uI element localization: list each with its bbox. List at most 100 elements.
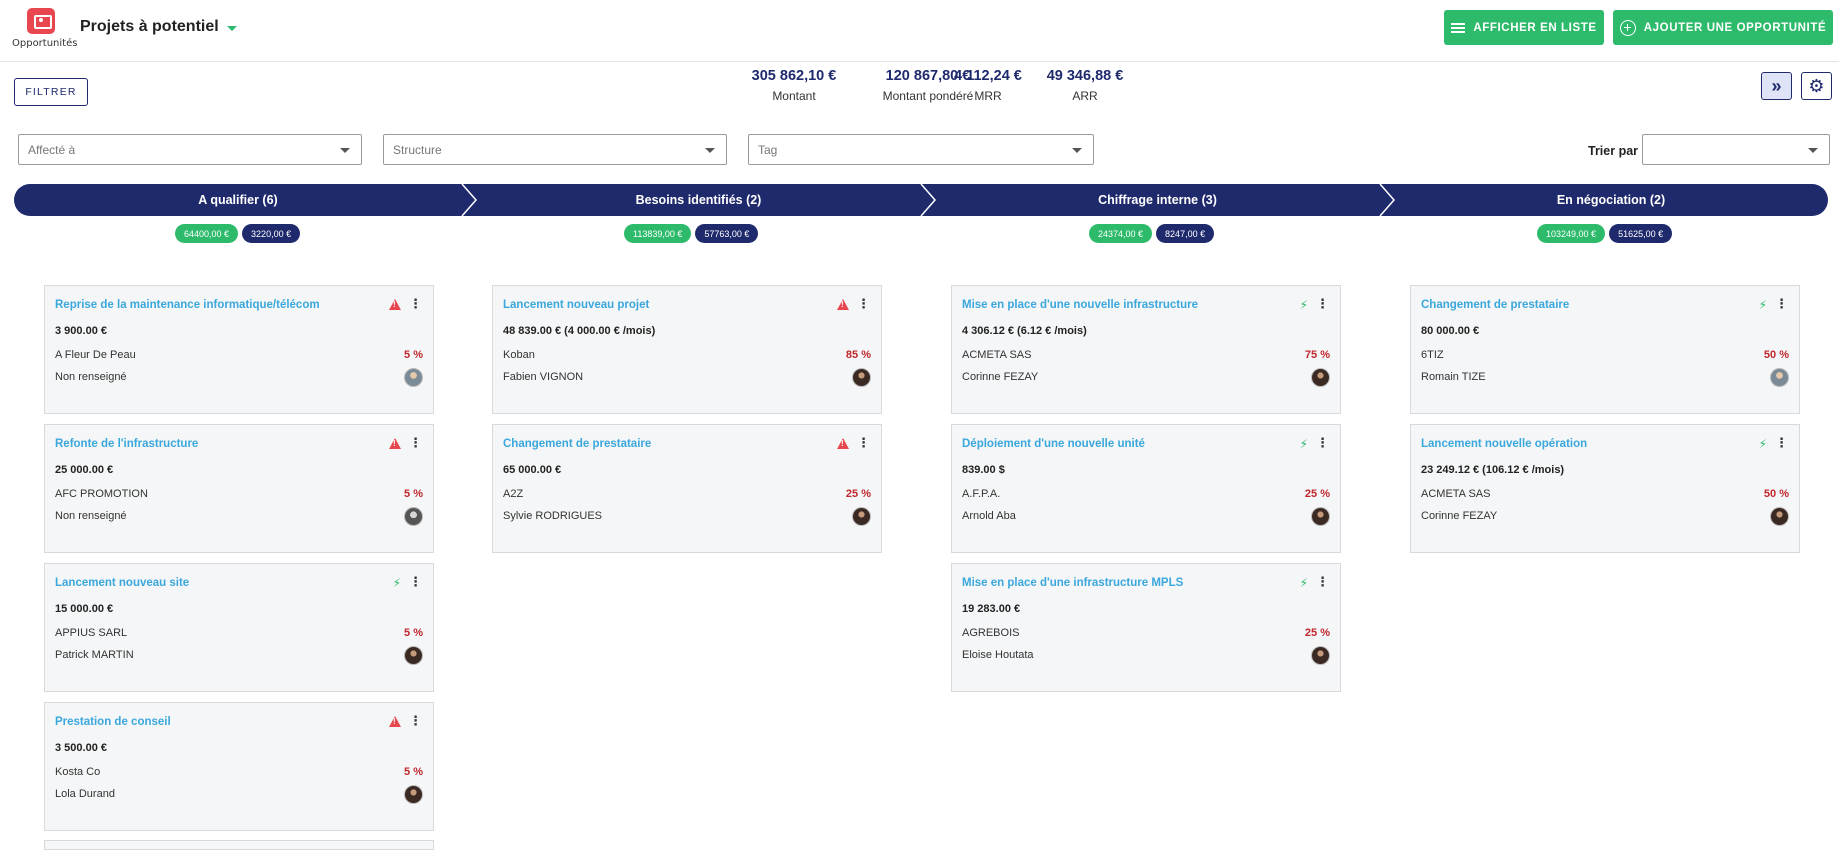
stage-title: Besoins identifiés (2) xyxy=(635,193,762,207)
opportunity-title[interactable]: Prestation de conseil xyxy=(55,716,171,728)
more-vertical-icon[interactable]: ⋮ xyxy=(409,576,422,589)
opportunity-owner: Eloise Houtata xyxy=(962,649,1034,661)
stage-chiffrage-interne[interactable]: Chiffrage interne (3) xyxy=(935,184,1380,216)
opportunity-amount: 23 249.12 € (106.12 € /mois) xyxy=(1421,464,1565,476)
opportunity-title[interactable]: Lancement nouveau site xyxy=(55,577,189,589)
more-vertical-icon[interactable]: ⋮ xyxy=(1316,437,1329,450)
avatar xyxy=(1311,507,1330,526)
weighted-badge: 8247,00 € xyxy=(1156,224,1215,243)
opportunity-probability: 75 % xyxy=(1304,349,1330,361)
avatar xyxy=(1311,368,1330,387)
list-view-label: AFFICHER EN LISTE xyxy=(1473,21,1597,34)
more-vertical-icon[interactable]: ⋮ xyxy=(1775,437,1788,450)
stage-besoins-identifies[interactable]: Besoins identifiés (2) xyxy=(476,184,921,216)
add-opportunity-button[interactable]: AJOUTER UNE OPPORTUNITÉ xyxy=(1613,10,1833,45)
list-view-button[interactable]: AFFICHER EN LISTE xyxy=(1444,10,1604,45)
opportunity-title[interactable]: Mise en place d'une nouvelle infrastruct… xyxy=(962,299,1198,311)
opportunity-owner: Fabien VIGNON xyxy=(503,371,584,383)
structure-select[interactable]: Structure xyxy=(383,134,727,165)
opportunity-company: A2Z xyxy=(503,488,524,500)
warning-icon xyxy=(389,438,401,449)
card-icons: ⋮ xyxy=(837,437,870,450)
opportunity-title[interactable]: Changement de prestataire xyxy=(503,438,651,450)
avatar xyxy=(1770,368,1789,387)
chevron-down-icon xyxy=(1808,148,1818,153)
avatar xyxy=(404,507,423,526)
avatar xyxy=(1770,507,1789,526)
app-label: Opportunités xyxy=(12,38,78,49)
opportunity-title[interactable]: Refonte de l'infrastructure xyxy=(55,438,198,450)
stage-a-qualifier[interactable]: A qualifier (6) xyxy=(14,184,462,216)
opportunity-title[interactable]: Reprise de la maintenance informatique/t… xyxy=(55,299,320,311)
more-vertical-icon[interactable]: ⋮ xyxy=(1316,298,1329,311)
stat-arr: 49 346,88 € ARR xyxy=(1035,68,1135,103)
bolt-icon: ⚡ xyxy=(1299,436,1308,451)
opportunity-card[interactable]: Changement de prestataire ⋮ 65 000.00 € … xyxy=(492,424,882,553)
chevron-down-icon xyxy=(226,26,237,31)
opportunity-card[interactable]: Lancement nouveau projet ⋮ 48 839.00 € (… xyxy=(492,285,882,414)
card-icons: ⚡ ⋮ xyxy=(1300,576,1329,589)
warning-icon xyxy=(389,299,401,310)
plus-circle-icon xyxy=(1619,19,1636,36)
opportunity-probability: 25 % xyxy=(1304,488,1330,500)
avatar xyxy=(1311,646,1330,665)
opportunity-card[interactable]: Mise en place d'une nouvelle infrastruct… xyxy=(951,285,1341,414)
sort-select[interactable] xyxy=(1642,134,1830,165)
bolt-icon: ⚡ xyxy=(392,575,401,590)
opportunity-amount: 80 000.00 € xyxy=(1421,325,1480,337)
opportunity-card[interactable]: Lancement nouvelle opération ⚡ ⋮ 23 249.… xyxy=(1410,424,1800,553)
opportunity-probability: 85 % xyxy=(845,349,871,361)
opportunity-title[interactable]: Déploiement d'une nouvelle unité xyxy=(962,438,1145,450)
stat-label: MRR xyxy=(974,89,1002,103)
sort-label: Trier par : xyxy=(1588,144,1646,158)
opportunity-company: Koban xyxy=(503,349,535,361)
opportunity-card[interactable]: Reprise de la maintenance informatique/t… xyxy=(44,285,434,414)
card-icons: ⋮ xyxy=(389,298,422,311)
avatar xyxy=(404,368,423,387)
more-vertical-icon[interactable]: ⋮ xyxy=(1316,576,1329,589)
opportunity-card[interactable]: Changement de prestataire ⚡ ⋮ 80 000.00 … xyxy=(1410,285,1800,414)
opportunity-card[interactable]: Prestation de conseil ⋮ 3 500.00 € Kosta… xyxy=(44,702,434,831)
card-icons: ⚡ ⋮ xyxy=(1759,437,1788,450)
total-badge: 113839,00 € xyxy=(624,224,692,243)
opportunity-probability: 25 % xyxy=(1304,627,1330,639)
more-vertical-icon[interactable]: ⋮ xyxy=(409,715,422,728)
opportunity-title[interactable]: Mise en place d'une infrastructure MPLS xyxy=(962,577,1183,589)
opportunity-card[interactable]: Lancement nouveau site ⚡ ⋮ 15 000.00 € A… xyxy=(44,563,434,692)
more-vertical-icon[interactable]: ⋮ xyxy=(409,298,422,311)
opportunity-owner: Arnold Aba xyxy=(962,510,1016,522)
stage-title: Chiffrage interne (3) xyxy=(1098,193,1217,207)
weighted-badge: 51625,00 € xyxy=(1609,224,1673,243)
settings-button[interactable]: ⚙ xyxy=(1801,72,1832,100)
expand-button[interactable]: » xyxy=(1761,72,1792,100)
opportunity-title[interactable]: Lancement nouveau projet xyxy=(503,299,649,311)
more-vertical-icon[interactable]: ⋮ xyxy=(857,298,870,311)
tag-select[interactable]: Tag xyxy=(748,134,1094,165)
add-opportunity-label: AJOUTER UNE OPPORTUNITÉ xyxy=(1643,21,1827,34)
more-vertical-icon[interactable]: ⋮ xyxy=(409,437,422,450)
assigned-select[interactable]: Affecté à xyxy=(18,134,362,165)
more-vertical-icon[interactable]: ⋮ xyxy=(857,437,870,450)
opportunity-amount: 4 306.12 € (6.12 € /mois) xyxy=(962,325,1087,337)
opportunity-card[interactable]: Refonte de l'infrastructure ⋮ 25 000.00 … xyxy=(44,424,434,553)
opportunity-title[interactable]: Lancement nouvelle opération xyxy=(1421,438,1587,450)
opportunity-company: AFC PROMOTION xyxy=(55,488,148,500)
card-icons: ⋮ xyxy=(389,437,422,450)
warning-icon xyxy=(837,438,849,449)
opportunity-title[interactable]: Changement de prestataire xyxy=(1421,299,1569,311)
app-switcher[interactable]: Opportunités xyxy=(12,8,78,49)
bolt-icon: ⚡ xyxy=(1758,436,1767,451)
opportunity-card[interactable]: Déploiement d'une nouvelle unité ⚡ ⋮ 839… xyxy=(951,424,1341,553)
opportunity-owner: Lola Durand xyxy=(55,788,115,800)
avatar xyxy=(852,507,871,526)
opportunity-company: ACMETA SAS xyxy=(1421,488,1491,500)
opportunity-owner: Non renseigné xyxy=(55,371,127,383)
more-vertical-icon[interactable]: ⋮ xyxy=(1775,298,1788,311)
opportunity-owner: Non renseigné xyxy=(55,510,127,522)
opportunity-card-partial[interactable] xyxy=(44,840,434,850)
opportunity-amount: 15 000.00 € xyxy=(55,603,114,615)
stage-en-negociation[interactable]: En négociation (2) xyxy=(1394,184,1828,216)
view-selector[interactable]: Projets à potentiel xyxy=(80,18,237,36)
opportunity-card[interactable]: Mise en place d'une infrastructure MPLS … xyxy=(951,563,1341,692)
stat-mrr: 4 112,24 € MRR xyxy=(938,68,1038,103)
